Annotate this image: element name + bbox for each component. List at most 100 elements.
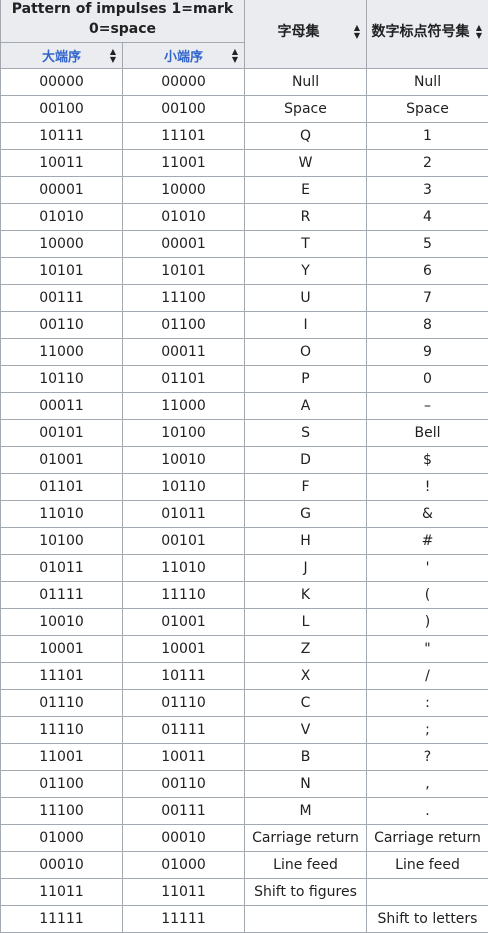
letter-cell: R	[245, 204, 367, 231]
little-endian-column-header[interactable]: 小端序 ▲▼	[123, 43, 245, 69]
letter-cell: Carriage return	[245, 825, 367, 852]
figure-cell: :	[367, 690, 488, 717]
little-endian-cell: 01110	[123, 690, 245, 717]
table-row: 1001001001L)	[1, 609, 488, 636]
letter-cell: Y	[245, 258, 367, 285]
little-endian-cell: 11000	[123, 393, 245, 420]
little-endian-cell: 01100	[123, 312, 245, 339]
table-row: 0000110000E3	[1, 177, 488, 204]
table-row: 0001111000A–	[1, 393, 488, 420]
letter-cell: Null	[245, 69, 367, 96]
little-endian-cell: 00001	[123, 231, 245, 258]
big-endian-cell: 01011	[1, 555, 123, 582]
table-row: 0000000000NullNull	[1, 69, 488, 96]
table-row: 1111001111V;	[1, 717, 488, 744]
letter-cell: T	[245, 231, 367, 258]
figure-cell: "	[367, 636, 488, 663]
table-row: 0111111110K(	[1, 582, 488, 609]
big-endian-cell: 01010	[1, 204, 123, 231]
big-endian-cell: 10011	[1, 150, 123, 177]
figure-cell: 4	[367, 204, 488, 231]
table-row: 1011111101Q1	[1, 123, 488, 150]
little-endian-cell: 11110	[123, 582, 245, 609]
letter-cell: G	[245, 501, 367, 528]
figure-cell: !	[367, 474, 488, 501]
big-endian-cell: 10001	[1, 636, 123, 663]
table-row: 0011001100I8	[1, 312, 488, 339]
figures-header-label: 数字标点符号集	[372, 24, 470, 40]
big-endian-cell: 00100	[1, 96, 123, 123]
figure-cell: $	[367, 447, 488, 474]
little-endian-cell: 10110	[123, 474, 245, 501]
letter-cell: K	[245, 582, 367, 609]
big-endian-cell: 10010	[1, 609, 123, 636]
letter-cell: W	[245, 150, 367, 177]
little-endian-cell: 11101	[123, 123, 245, 150]
little-endian-cell: 10101	[123, 258, 245, 285]
big-endian-cell: 11010	[1, 501, 123, 528]
letter-cell: P	[245, 366, 367, 393]
letter-cell: B	[245, 744, 367, 771]
little-endian-cell: 11111	[123, 906, 245, 933]
pattern-of-impulses-header: Pattern of impulses 1=mark 0=space	[1, 0, 245, 43]
figure-cell: /	[367, 663, 488, 690]
letter-cell: J	[245, 555, 367, 582]
little-endian-cell: 10011	[123, 744, 245, 771]
figure-cell: 7	[367, 285, 488, 312]
figures-column-header[interactable]: 数字标点符号集 ▲▼	[367, 0, 488, 69]
little-endian-cell: 10010	[123, 447, 245, 474]
figure-cell: Null	[367, 69, 488, 96]
big-endian-cell: 01111	[1, 582, 123, 609]
letter-cell: E	[245, 177, 367, 204]
figure-cell: 2	[367, 150, 488, 177]
little-endian-cell: 01101	[123, 366, 245, 393]
letter-cell: Line feed	[245, 852, 367, 879]
letter-cell: Z	[245, 636, 367, 663]
table-row: 1110000111M.	[1, 798, 488, 825]
sort-arrows-icon[interactable]: ▲▼	[476, 24, 482, 40]
little-endian-cell: 11010	[123, 555, 245, 582]
letter-cell: S	[245, 420, 367, 447]
table-row: 1011001101P0	[1, 366, 488, 393]
table-row: 1111111111Shift to letters	[1, 906, 488, 933]
figure-cell: Carriage return	[367, 825, 488, 852]
big-endian-cell: 01100	[1, 771, 123, 798]
table-row: 0100000010Carriage returnCarriage return	[1, 825, 488, 852]
table-row: 1001111001W2	[1, 150, 488, 177]
little-endian-cell: 00111	[123, 798, 245, 825]
little-endian-cell: 10000	[123, 177, 245, 204]
table-row: 1100110011B?	[1, 744, 488, 771]
little-endian-cell: 11011	[123, 879, 245, 906]
little-endian-cell: 01000	[123, 852, 245, 879]
little-endian-cell: 00010	[123, 825, 245, 852]
letter-cell: Shift to figures	[245, 879, 367, 906]
table-row: 1010110101Y6	[1, 258, 488, 285]
big-endian-cell: 11111	[1, 906, 123, 933]
figure-cell: 0	[367, 366, 488, 393]
big-endian-cell: 10000	[1, 231, 123, 258]
big-endian-cell: 11101	[1, 663, 123, 690]
table-row: 0101001010R4	[1, 204, 488, 231]
figure-cell: ?	[367, 744, 488, 771]
letters-column-header[interactable]: 字母集 ▲▼	[245, 0, 367, 69]
sort-arrows-icon[interactable]: ▲▼	[110, 48, 116, 64]
big-endian-cell: 10110	[1, 366, 123, 393]
little-endian-cell: 01010	[123, 204, 245, 231]
big-endian-cell: 01110	[1, 690, 123, 717]
little-endian-cell: 01001	[123, 609, 245, 636]
figure-cell: #	[367, 528, 488, 555]
figure-cell: ,	[367, 771, 488, 798]
letter-cell: Q	[245, 123, 367, 150]
table-row: 0111001110C:	[1, 690, 488, 717]
little-endian-cell: 11100	[123, 285, 245, 312]
sort-arrows-icon[interactable]: ▲▼	[232, 48, 238, 64]
figure-cell: Line feed	[367, 852, 488, 879]
little-endian-cell: 01011	[123, 501, 245, 528]
table-row: 0101111010J'	[1, 555, 488, 582]
little-endian-cell: 00100	[123, 96, 245, 123]
figure-cell: )	[367, 609, 488, 636]
big-endian-cell: 00011	[1, 393, 123, 420]
big-endian-column-header[interactable]: 大端序 ▲▼	[1, 43, 123, 69]
figure-cell: 1	[367, 123, 488, 150]
sort-arrows-icon[interactable]: ▲▼	[354, 24, 360, 40]
